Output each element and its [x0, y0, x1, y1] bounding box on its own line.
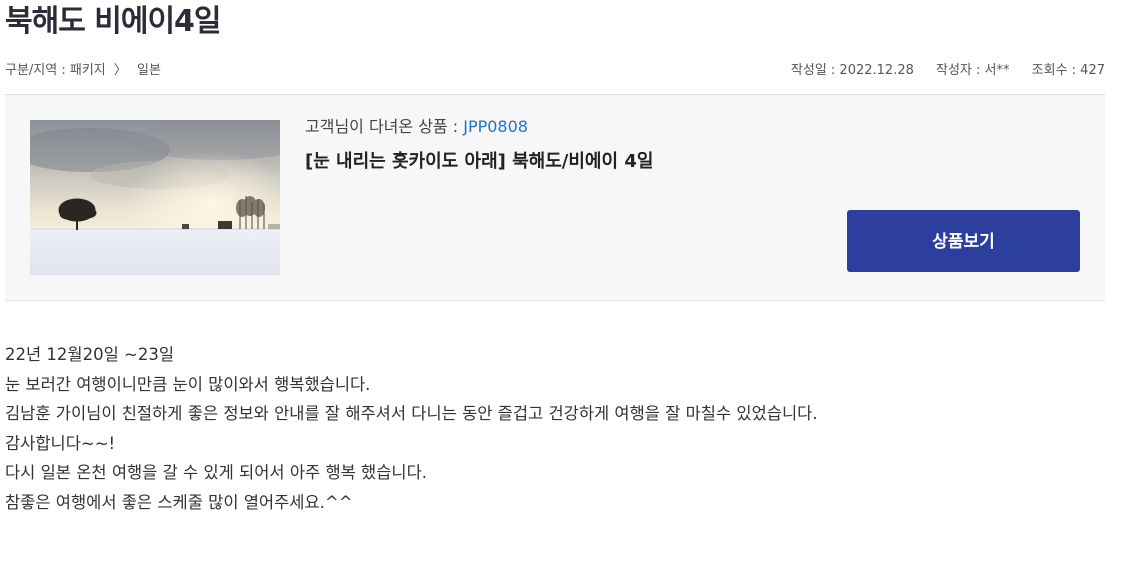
product-code-label: 고객님이 다녀온 상품 :: [305, 117, 464, 136]
content-line: 22년 12월20일 ~23일: [5, 345, 175, 364]
product-info: 고객님이 다녀온 상품 : JPP0808 [눈 내리는 홋카이도 아래] 북해…: [305, 115, 653, 173]
post-date: 작성일 : 2022.12.28: [790, 63, 914, 78]
post-author: 작성자 : 서**: [936, 63, 1010, 78]
product-code-link[interactable]: JPP0808: [463, 117, 528, 136]
region-label: 일본: [137, 63, 161, 78]
content-line: 감사합니다~~!: [5, 433, 116, 453]
content-line: 다시 일본 온천 여행을 갈 수 있게 되어서 아주 행복 했습니다.: [5, 463, 428, 482]
review-content: 22년 12월20일 ~23일 눈 보러간 여행이니만큼 눈이 많이와서 행복했…: [5, 340, 1105, 517]
product-code-line: 고객님이 다녀온 상품 : JPP0808: [305, 115, 653, 139]
content-line: 김남훈 가이님이 친절하게 좋은 정보와 안내를 잘 해주셔서 다니는 동안 즐…: [5, 404, 818, 423]
content-line: 눈 보러간 여행이니만큼 눈이 많이와서 행복했습니다.: [5, 374, 371, 394]
post-meta: 구분/지역 : 패키지 〉 일본 작성일 : 2022.12.28 작성자 : …: [5, 60, 1105, 82]
product-thumbnail[interactable]: [30, 120, 280, 275]
snowy-field-image: [30, 120, 280, 275]
category-label: 구분/지역 : 패키지: [5, 63, 106, 78]
view-product-button[interactable]: 상품보기: [847, 210, 1080, 272]
review-page: 북해도 비에이4일 구분/지역 : 패키지 〉 일본 작성일 : 2022.12…: [0, 0, 1138, 581]
breadcrumb: 구분/지역 : 패키지 〉 일본: [5, 60, 161, 82]
chevron-right-icon: 〉: [113, 63, 127, 78]
content-line: 참좋은 여행에서 좋은 스케줄 많이 열어주세요.^^: [5, 492, 353, 512]
page-title: 북해도 비에이4일: [5, 4, 222, 39]
product-name[interactable]: [눈 내리는 홋카이도 아래] 북해도/비에이 4일: [305, 147, 653, 173]
view-count: 조회수 : 427: [1031, 63, 1105, 78]
product-card: 고객님이 다녀온 상품 : JPP0808 [눈 내리는 홋카이도 아래] 북해…: [5, 95, 1105, 301]
post-stats: 작성일 : 2022.12.28 작성자 : 서** 조회수 : 427: [773, 60, 1105, 82]
